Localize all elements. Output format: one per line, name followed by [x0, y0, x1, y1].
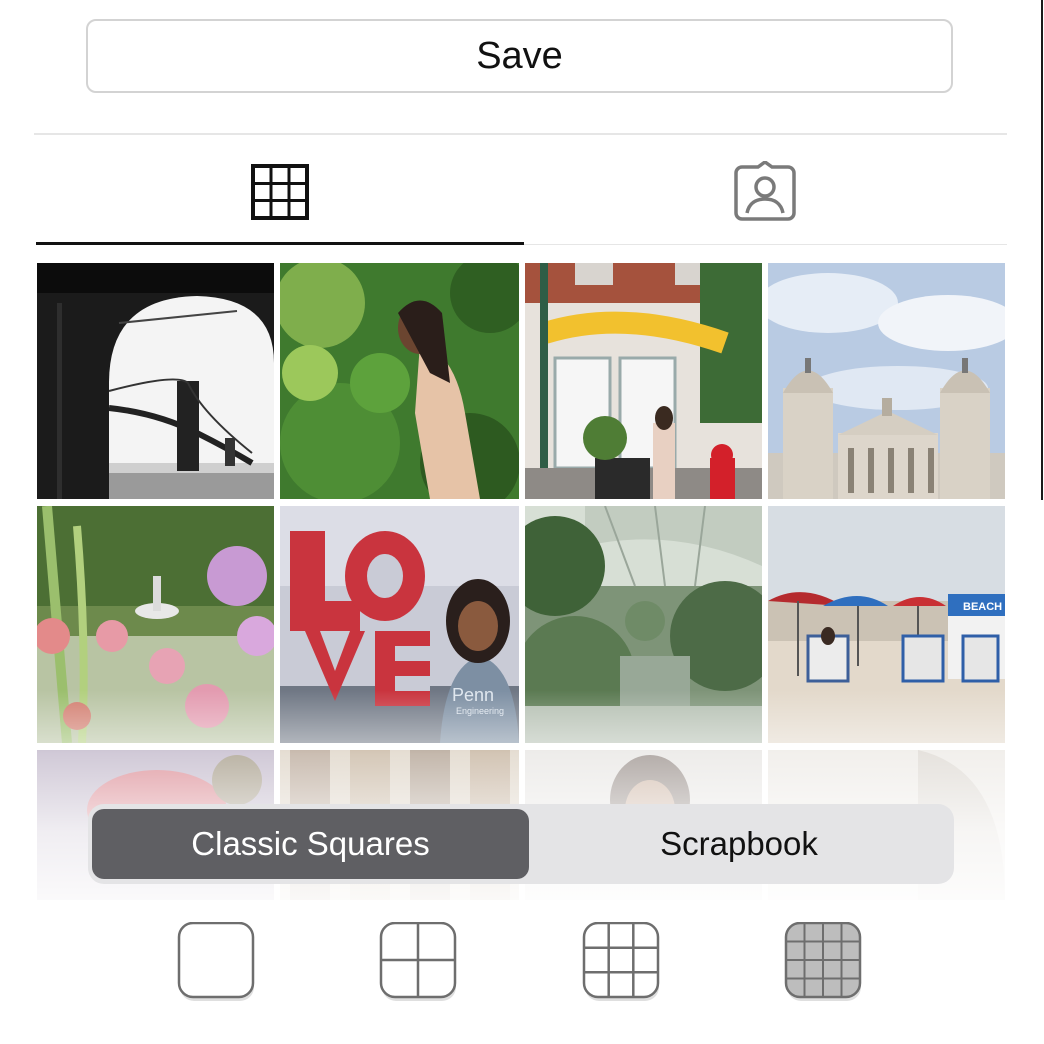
layout-style-segmented-control: Classic Squares Scrapbook — [88, 804, 954, 884]
single-square-icon[interactable] — [177, 921, 255, 1001]
four-by-four-grid-icon[interactable] — [784, 921, 862, 1001]
three-by-three-grid-icon[interactable] — [582, 921, 660, 1001]
grid-icon[interactable] — [251, 164, 309, 225]
segment-classic-squares[interactable]: Classic Squares — [92, 809, 529, 879]
photo-tile-storefront[interactable] — [525, 263, 762, 499]
tagged-person-icon[interactable] — [734, 159, 796, 226]
photo-tile-woman-leaves[interactable] — [280, 263, 519, 499]
two-by-two-grid-icon[interactable] — [379, 921, 457, 1001]
save-button[interactable]: Save — [86, 19, 953, 93]
tab-divider — [524, 244, 1007, 245]
beach-sign-text: BEACH — [963, 601, 1002, 613]
photo-tile-cathedral[interactable] — [768, 263, 1005, 499]
active-tab-indicator — [36, 242, 524, 245]
scroll-indicator — [1041, 0, 1043, 500]
top-divider — [34, 133, 1007, 135]
segment-scrapbook[interactable]: Scrapbook — [529, 809, 949, 879]
photo-tile-bridge[interactable] — [37, 263, 274, 499]
